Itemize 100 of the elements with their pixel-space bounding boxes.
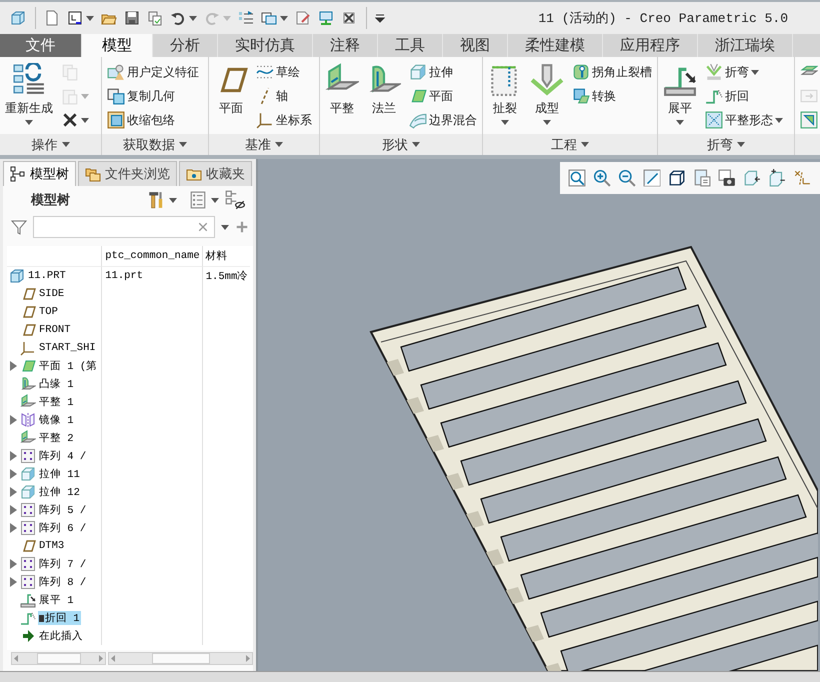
ribbon-tab[interactable]: 文件 [0,34,82,57]
tree-item[interactable]: 平整 2 [38,431,75,445]
group-label[interactable]: 操作 [32,136,70,154]
ribbon-button[interactable]: 平面 [212,61,250,134]
tree-visibility-icon[interactable] [225,190,245,210]
tree-item[interactable]: FRONT [38,324,72,336]
ribbon-button[interactable]: 平面 [407,85,479,107]
edit-document-icon[interactable] [295,10,311,26]
tree-item[interactable]: 平面 1 (第 [38,359,98,373]
tree-item[interactable]: 阵列 5 / [38,503,88,517]
camera-icon[interactable] [718,169,736,187]
tree-item[interactable]: TOP [38,306,59,318]
expand-arrow-icon[interactable] [10,505,17,515]
tree-item[interactable]: START_SHI [38,342,97,354]
zoom-out-icon[interactable] [618,169,636,187]
filter-field[interactable] [33,216,215,238]
ribbon-button[interactable]: 拐角止裂槽 [570,61,654,83]
pattern-icon [20,556,36,572]
horizontal-scrollbar[interactable] [11,652,106,665]
group-label[interactable]: 获取数据 [123,136,187,154]
datum-display-icon[interactable] [793,169,811,187]
expand-arrow-icon[interactable] [10,361,17,371]
tree-item[interactable]: 拉伸 12 [38,485,81,499]
dropdown-caret-icon [676,120,684,125]
horizontal-scrollbar[interactable] [108,652,253,665]
save-icon[interactable] [124,10,140,26]
view-manager-icon[interactable] [693,169,711,187]
pattern-icon [20,448,36,464]
close-window-icon[interactable] [341,10,357,26]
tree-item[interactable]: 拉伸 11 [38,467,81,481]
triangle-box-button[interactable] [798,109,820,131]
tree-item[interactable]: 阵列 7 / [38,557,88,571]
zoom-in-icon[interactable] [593,169,611,187]
ribbon-button[interactable]: 平整 [323,61,361,134]
tree-item[interactable]: 阵列 4 / [38,449,88,463]
ribbon-button[interactable]: 坐标系 [254,109,314,131]
ribbon-button[interactable]: 平整形态 [703,109,785,131]
ribbon-button[interactable]: 收缩包络 [105,109,201,131]
ribbon-button[interactable]: 折回 [703,85,785,107]
tree-item[interactable]: 阵列 8 / [38,575,88,589]
cube-plus-icon[interactable] [768,169,786,187]
panel-tab[interactable]: 文件夹浏览 [78,161,177,186]
ribbon-button[interactable]: 草绘 [254,61,314,83]
tree-item[interactable]: 镜像 1 [38,413,75,427]
panel-tab[interactable]: 模型树 [3,161,76,186]
ribbon-button[interactable]: 转换 [570,85,654,107]
scroll-left-icon[interactable] [12,654,20,663]
group-label[interactable]: 工程 [551,136,589,154]
cube-arrow-icon[interactable] [743,169,761,187]
expand-arrow-icon[interactable] [10,451,17,461]
add-icon[interactable] [235,220,249,234]
tree-item[interactable]: DTM3 [38,540,66,552]
ribbon-button[interactable]: 法兰 [365,61,403,134]
ribbon-button[interactable]: 复制几何 [105,85,201,107]
expand-arrow-icon[interactable] [10,577,17,587]
scroll-right-icon[interactable] [97,654,106,663]
dropdown-caret-icon [275,142,283,147]
expand-arrow-icon[interactable] [10,559,17,569]
flat-state-icon [705,111,723,129]
group-label[interactable]: 形状 [382,136,420,154]
ribbon-button[interactable]: 重新生成 [3,61,55,134]
tree-item[interactable]: SIDE [38,288,66,300]
tree-item[interactable]: 11.PRT [27,270,67,282]
ribbon-tab[interactable]: 模型 [82,34,153,57]
group-label[interactable]: 折弯 [707,136,745,154]
ribbon-button[interactable]: 轴 [254,85,314,107]
tree-item[interactable]: 凸缘 1 [38,377,75,391]
tree-item[interactable]: 平整 1 [38,395,75,409]
settings-menu-icon[interactable] [147,191,177,209]
show-menu-icon[interactable] [189,191,219,209]
regenerate-list-icon[interactable] [238,10,254,26]
new-file-icon[interactable] [44,10,60,26]
tree-item[interactable]: 折回 1 [38,611,81,625]
ribbon-button[interactable]: 边界混合 [407,109,479,131]
tree-item[interactable]: 在此插入 [38,629,84,643]
ribbon-button[interactable]: 折弯 [703,61,785,83]
group-label[interactable]: 基准 [245,136,283,154]
cube-view-icon[interactable] [668,169,686,187]
ribbon-button[interactable]: 扯裂 [486,61,524,134]
tools-icon [147,191,165,209]
scroll-right-icon[interactable] [244,654,252,663]
column-header[interactable]: ptc_common_name [101,246,202,267]
expand-arrow-icon[interactable] [10,469,17,479]
copy-documents-icon[interactable] [147,10,163,26]
ribbon-button[interactable]: 拉伸 [407,61,479,83]
expand-arrow-icon[interactable] [10,487,17,497]
expand-arrow-icon[interactable] [10,415,17,425]
zoom-fit-icon[interactable] [568,169,586,187]
network-icon[interactable] [318,10,334,26]
tree-item[interactable]: 展平 1 [38,593,75,607]
panel-tab[interactable]: 收藏夹 [179,161,252,186]
convert-icon [572,87,590,105]
expand-arrow-icon[interactable] [10,523,17,533]
ribbon-button[interactable]: 展平 [661,61,699,134]
ribbon-button[interactable]: 用户定义特征 [105,61,201,83]
repaint-icon[interactable] [643,169,661,187]
tree-item[interactable]: 阵列 6 / [38,521,88,535]
ribbon-button[interactable]: 成型 [528,61,566,134]
scroll-left-icon[interactable] [109,654,118,663]
column-header[interactable]: 材料 [202,246,250,267]
